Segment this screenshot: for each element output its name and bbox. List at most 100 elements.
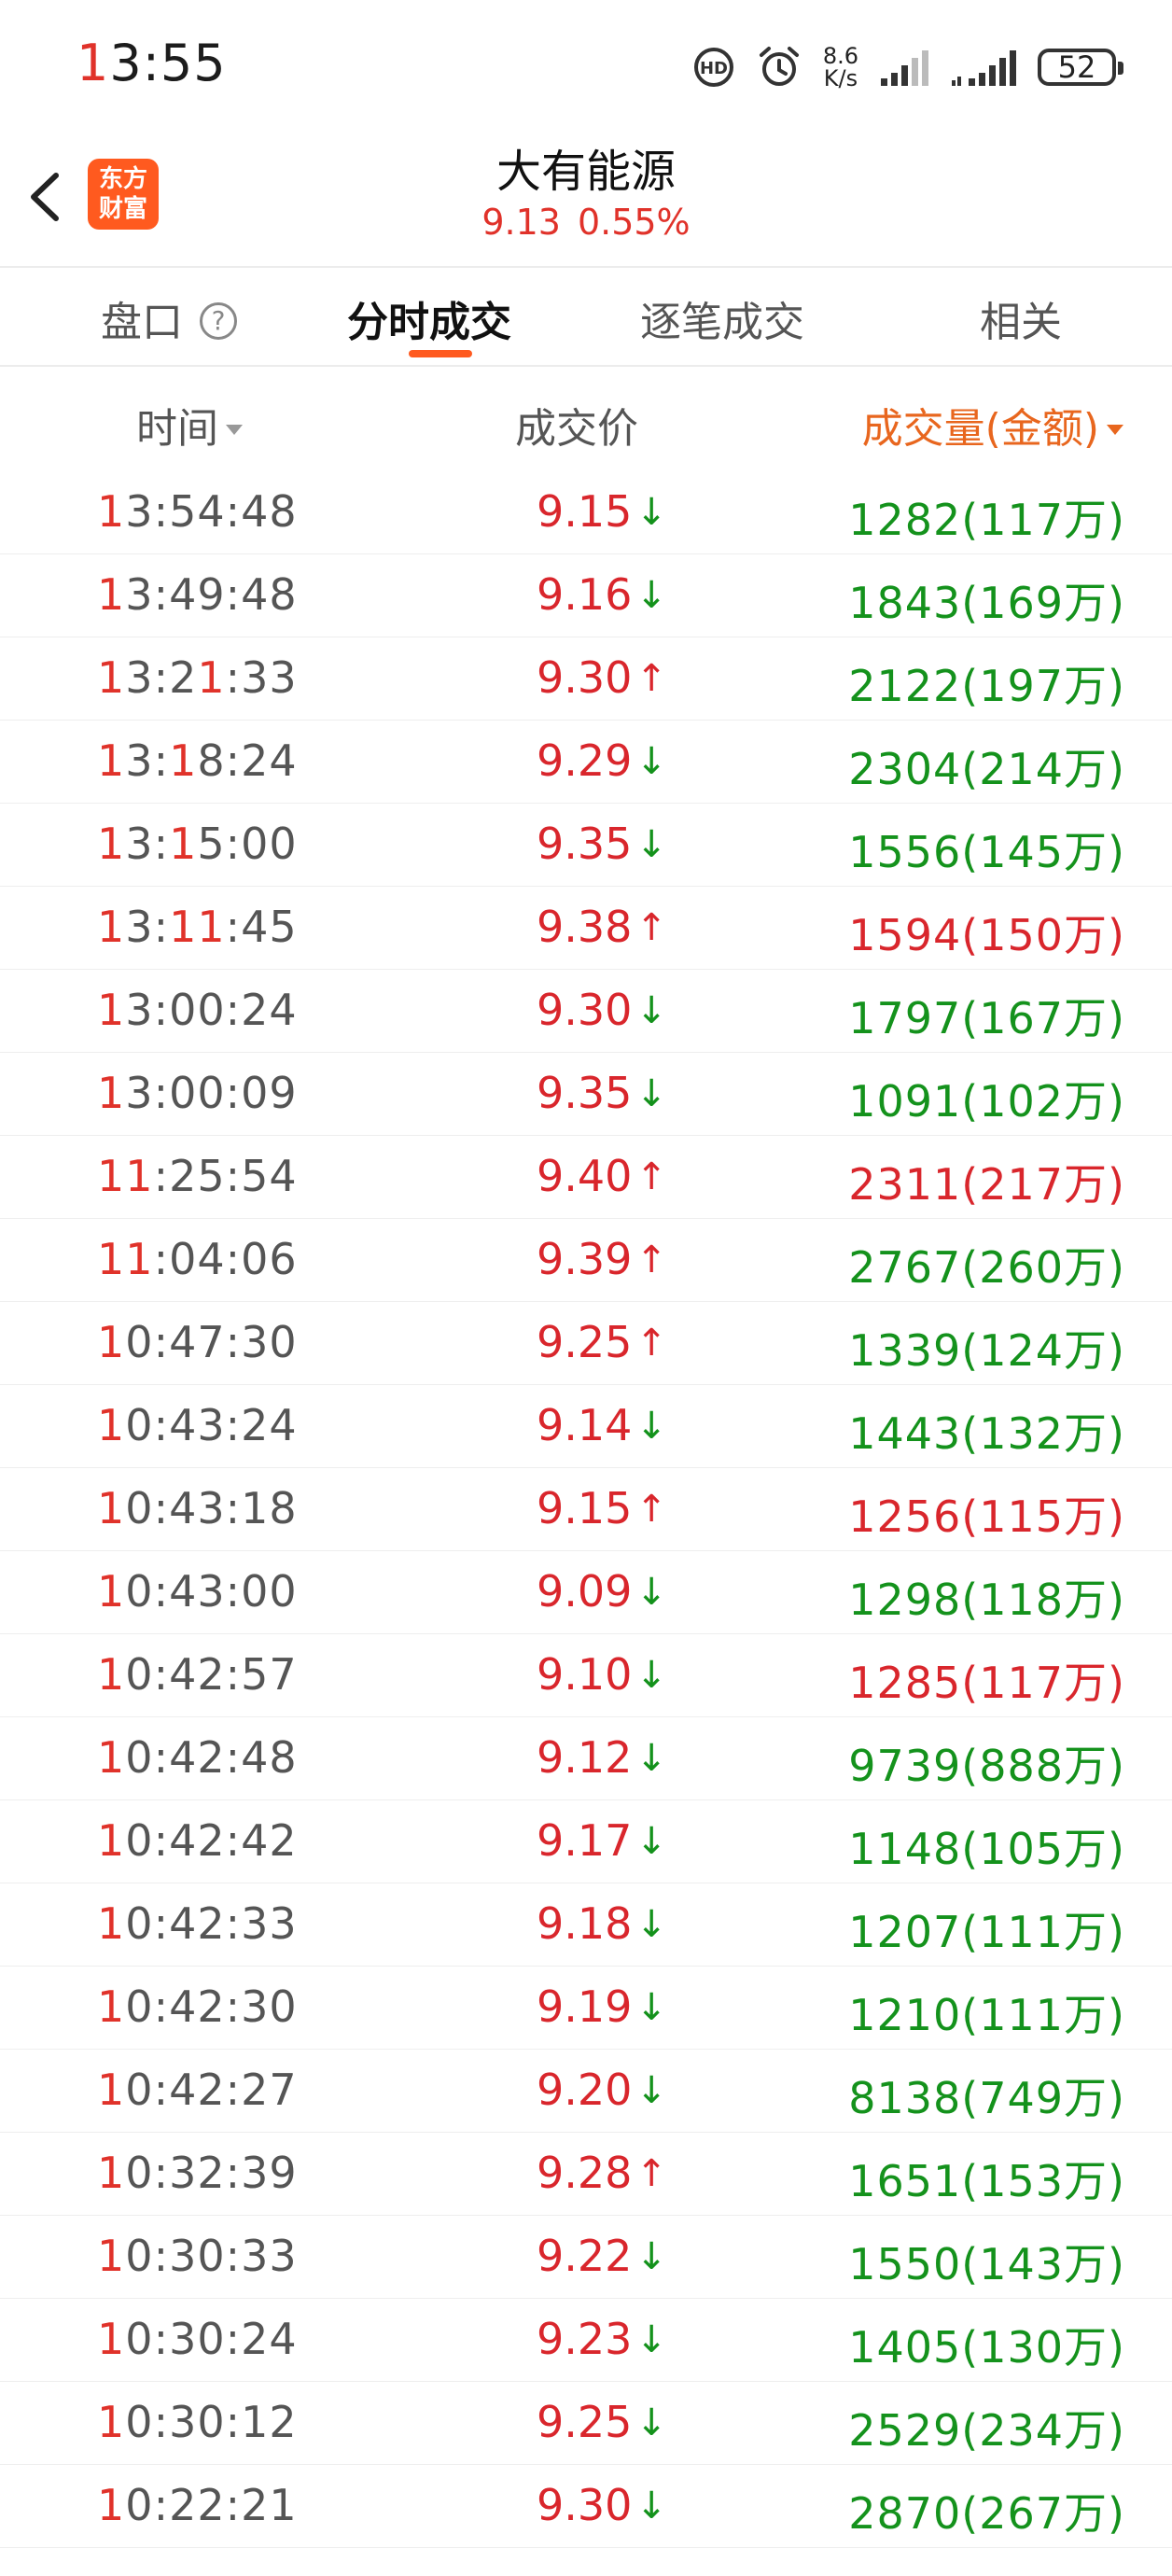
column-price: 成交价: [515, 395, 638, 455]
trade-time: 10:47:30: [97, 1317, 298, 1367]
trade-amount-value: 197万: [979, 661, 1109, 711]
trade-price-value: 9.39: [537, 1234, 633, 1284]
trade-volume: 2870(267万): [848, 2488, 1125, 2539]
trade-price: 9.35 ↓: [537, 819, 667, 869]
trade-time: 10:42:33: [97, 1898, 298, 1949]
trade-volume-value: 2304: [848, 744, 962, 794]
battery-icon: 52: [1038, 49, 1123, 86]
trade-time: 11:04:06: [97, 1234, 298, 1284]
table-row[interactable]: 13:18:24 9.29 ↓ 2304(214万): [0, 721, 1172, 804]
trade-volume: 1148(105万): [848, 1824, 1125, 1874]
table-row[interactable]: 10:30:24 9.23 ↓ 1405(130万): [0, 2299, 1172, 2382]
arrow-up-icon: ↑: [635, 1488, 667, 1531]
arrow-down-icon: ↓: [635, 989, 667, 1032]
table-row[interactable]: 11:04:06 9.39 ↑ 2767(260万): [0, 1219, 1172, 1302]
help-icon[interactable]: ?: [200, 302, 237, 340]
table-row[interactable]: 13:00:09 9.35 ↓ 1091(102万): [0, 1053, 1172, 1136]
trade-time-rest: :00:09: [153, 1068, 298, 1118]
column-time-sort[interactable]: 时间: [136, 395, 243, 455]
trade-list[interactable]: 13:54:48 9.15 ↓ 1282(117万) 13:49:48 9.16 ↓ 1843…: [0, 471, 1172, 2548]
trade-volume: 1556(145万): [848, 827, 1125, 877]
trade-time: 13:18:24: [97, 735, 298, 786]
trade-time-hour: 10: [97, 2148, 154, 2198]
trade-amount-value: 749万: [979, 2073, 1109, 2123]
table-row[interactable]: 10:42:33 9.18 ↓ 1207(111万): [0, 1883, 1172, 1967]
table-row[interactable]: 13:21:33 9.30 ↑ 2122(197万): [0, 637, 1172, 721]
table-row[interactable]: 10:47:30 9.25 ↑ 1339(124万): [0, 1302, 1172, 1385]
trade-volume-value: 1550: [848, 2239, 962, 2289]
table-row[interactable]: 10:30:33 9.22 ↓ 1550(143万): [0, 2216, 1172, 2299]
trade-price: 9.29 ↓: [537, 735, 667, 786]
column-volume-sort[interactable]: 成交量(金额): [862, 395, 1123, 455]
table-row[interactable]: 13:54:48 9.15 ↓ 1282(117万): [0, 471, 1172, 554]
trade-volume: 1207(111万): [848, 1907, 1125, 1957]
trade-price-value: 9.40: [537, 1151, 633, 1201]
trade-time-rest: :15:00: [153, 819, 298, 869]
trade-amount-value: 111万: [979, 1990, 1109, 2040]
table-row[interactable]: 10:22:21 9.30 ↓ 2870(267万): [0, 2465, 1172, 2548]
trade-time-hour: 13: [97, 652, 154, 703]
table-row[interactable]: 10:43:18 9.15 ↑ 1256(115万): [0, 1468, 1172, 1551]
trade-volume: 1339(124万): [848, 1325, 1125, 1376]
tab-label: 盘口: [101, 299, 183, 346]
table-row[interactable]: 10:30:12 9.25 ↓ 2529(234万): [0, 2382, 1172, 2465]
trade-volume-value: 2529: [848, 2405, 962, 2456]
table-row[interactable]: 10:43:00 9.09 ↓ 1298(118万): [0, 1551, 1172, 1634]
trade-amount-value: 124万: [979, 1325, 1109, 1376]
table-row[interactable]: 10:43:24 9.14 ↓ 1443(132万): [0, 1385, 1172, 1468]
table-row[interactable]: 11:25:54 9.40 ↑ 2311(217万): [0, 1136, 1172, 1219]
trade-time-hour: 10: [97, 1815, 154, 1866]
arrow-down-icon: ↓: [635, 1986, 667, 2029]
table-row[interactable]: 10:42:42 9.17 ↓ 1148(105万): [0, 1800, 1172, 1883]
trade-time-hour: 13: [97, 735, 154, 786]
trade-time-hour: 10: [97, 1898, 154, 1949]
tab-pankou[interactable]: 盘口?: [101, 288, 237, 348]
table-row[interactable]: 10:42:57 9.10 ↓ 1285(117万): [0, 1634, 1172, 1717]
trade-time: 13:21:33: [97, 652, 298, 703]
trade-volume-value: 1256: [848, 1491, 962, 1542]
trade-volume: 1285(117万): [848, 1658, 1125, 1708]
trade-volume-value: 1148: [848, 1824, 962, 1874]
trade-volume-value: 8138: [848, 2073, 962, 2123]
tab-zhubi-chengjiao[interactable]: 逐笔成交: [640, 288, 804, 348]
trade-price-value: 9.15: [537, 1483, 633, 1533]
table-row[interactable]: 10:32:39 9.28 ↑ 1651(153万): [0, 2133, 1172, 2216]
trade-time: 10:42:42: [97, 1815, 298, 1866]
table-row[interactable]: 13:00:24 9.30 ↓ 1797(167万): [0, 970, 1172, 1053]
trade-volume: 1210(111万): [848, 1990, 1125, 2040]
trade-price-value: 9.15: [537, 486, 633, 537]
sort-caret-icon: [1107, 424, 1123, 435]
tab-bar: 盘口? 分时成交 逐笔成交 相关: [0, 268, 1172, 367]
trade-time-hour: 13: [97, 486, 154, 537]
trade-volume-value: 2767: [848, 1242, 962, 1293]
trade-volume: 2122(197万): [848, 661, 1125, 711]
trade-time: 10:30:33: [97, 2231, 298, 2281]
trade-time-rest: :43:18: [153, 1483, 298, 1533]
trade-volume-value: 1443: [848, 1408, 962, 1459]
trade-price-value: 9.25: [537, 2397, 633, 2447]
table-row[interactable]: 10:42:27 9.20 ↓ 8138(749万): [0, 2050, 1172, 2133]
table-row[interactable]: 10:42:48 9.12 ↓ 9739(888万): [0, 1717, 1172, 1800]
trade-time: 11:25:54: [97, 1151, 298, 1201]
table-row[interactable]: 13:49:48 9.16 ↓ 1843(169万): [0, 554, 1172, 637]
trade-time: 13:49:48: [97, 569, 298, 620]
table-row[interactable]: 10:42:30 9.19 ↓ 1210(111万): [0, 1967, 1172, 2050]
trade-volume: 2529(234万): [848, 2405, 1125, 2456]
trade-time-hour: 10: [97, 1317, 154, 1367]
table-row[interactable]: 13:11:45 9.38 ↑ 1594(150万): [0, 887, 1172, 970]
column-volume-label: 成交量(金额): [861, 405, 1099, 453]
trade-price-value: 9.29: [537, 735, 633, 786]
trade-amount-value: 214万: [979, 744, 1109, 794]
trade-price: 9.25 ↑: [537, 1317, 667, 1367]
trade-time-rest: :11:45: [153, 902, 298, 952]
tab-fenshi-chengjiao[interactable]: 分时成交: [347, 288, 511, 348]
tab-xiangguan[interactable]: 相关: [980, 288, 1062, 348]
trade-time: 10:42:57: [97, 1649, 298, 1700]
trade-time-hour: 13: [97, 819, 154, 869]
table-row[interactable]: 13:15:00 9.35 ↓ 1556(145万): [0, 804, 1172, 887]
trade-amount-value: 167万: [979, 993, 1109, 1043]
trade-amount-value: 117万: [979, 1658, 1109, 1708]
trade-volume: 8138(749万): [848, 2073, 1125, 2123]
trade-time-rest: :42:27: [153, 2065, 298, 2115]
trade-volume: 1651(153万): [848, 2156, 1125, 2206]
